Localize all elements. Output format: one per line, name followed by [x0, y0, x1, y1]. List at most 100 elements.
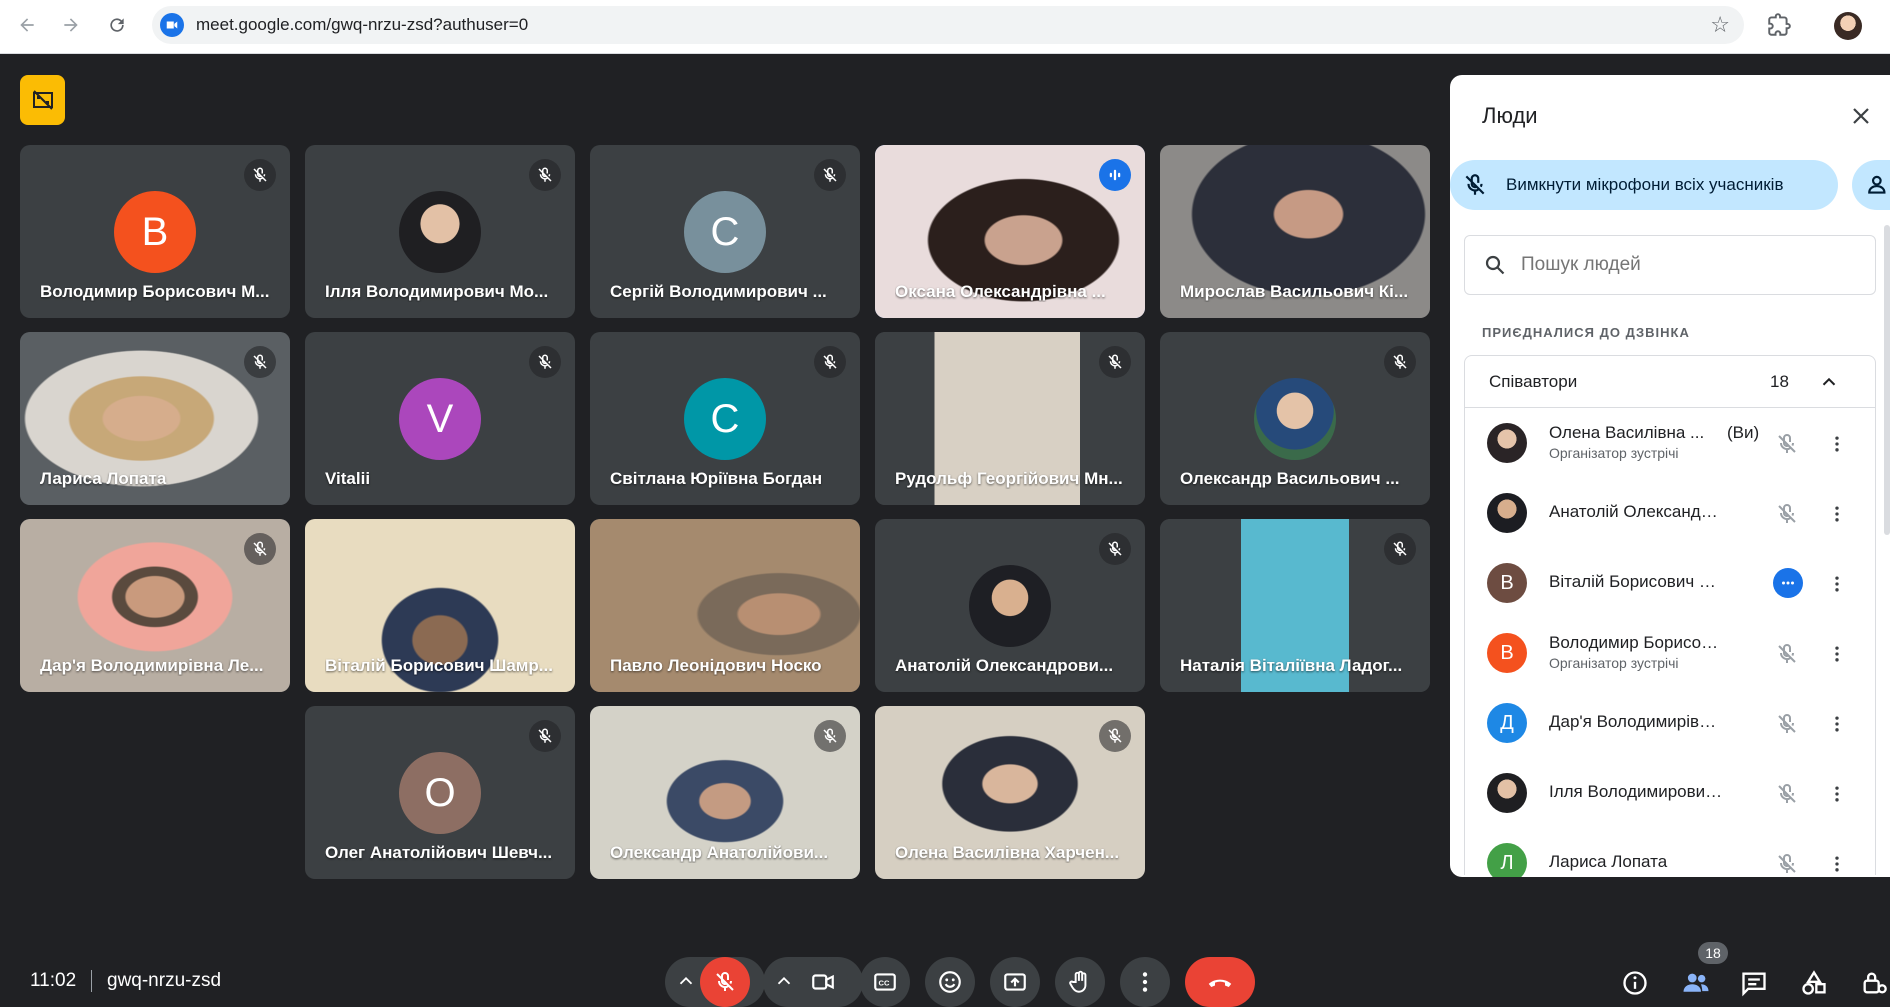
address-bar[interactable]: meet.google.com/gwq-nrzu-zsd?authuser=0 …: [152, 6, 1744, 44]
participant-avatar: С: [684, 191, 766, 273]
mute-all-label: Вимкнути мікрофони всіх учасників: [1506, 175, 1784, 194]
mic-off-icon: [244, 346, 276, 378]
reactions-button[interactable]: [925, 957, 975, 1007]
participant-tile[interactable]: Олександр Анатолійови...: [590, 706, 860, 879]
add-people-button[interactable]: [1852, 160, 1890, 210]
mic-off-icon[interactable]: [1773, 430, 1801, 458]
meeting-time: 11:02: [30, 970, 77, 991]
participant-name: Анатолій Олександров...: [1549, 502, 1724, 521]
participant-list-item[interactable]: Ілля Володимирович М...: [1465, 758, 1875, 828]
mic-off-icon[interactable]: [1773, 500, 1801, 528]
participant-list-item[interactable]: В Віталій Борисович Ша...: [1465, 548, 1875, 618]
participant-list-item[interactable]: В Володимир Борисович... Організатор зустр…: [1465, 618, 1875, 688]
participant-tile[interactable]: Ілля Володимирович Мо...: [305, 145, 575, 318]
group-header[interactable]: Співавтори 18: [1465, 356, 1875, 408]
participant-name: Олена Василівна Харчен...: [895, 843, 1120, 862]
participant-list-item[interactable]: Л Лариса Лопата: [1465, 828, 1875, 877]
participant-name: Віталій Борисович Ша...: [1549, 572, 1724, 591]
mute-all-button[interactable]: Вимкнути мікрофони всіх учасників: [1450, 160, 1838, 210]
more-vert-icon[interactable]: [1827, 780, 1847, 808]
mic-toggle-button[interactable]: [700, 957, 750, 1007]
participant-avatar: Л: [1487, 843, 1527, 877]
people-button[interactable]: [1680, 967, 1712, 999]
bookmark-star-icon[interactable]: ☆: [1710, 12, 1730, 38]
recording-badge[interactable]: [20, 75, 65, 125]
participant-tile[interactable]: С Світлана Юріївна Богдан: [590, 332, 860, 505]
participant-tile[interactable]: Віталій Борисович Шамр...: [305, 519, 575, 692]
participant-avatar: В: [1487, 633, 1527, 673]
more-vert-icon[interactable]: [1827, 710, 1847, 738]
extensions-icon[interactable]: [1766, 12, 1794, 40]
mic-off-icon: [529, 720, 561, 752]
close-panel-button[interactable]: [1846, 101, 1876, 131]
participant-photo: [399, 191, 481, 273]
participant-name: Олександр Анатолійови...: [610, 843, 829, 862]
mic-off-icon: [244, 533, 276, 565]
mic-off-icon[interactable]: [1773, 640, 1801, 668]
mic-off-icon: [1384, 533, 1416, 565]
leave-call-button[interactable]: [1185, 957, 1255, 1007]
participant-tile[interactable]: В Володимир Борисович М...: [20, 145, 290, 318]
mic-off-icon[interactable]: [1773, 780, 1801, 808]
captions-button[interactable]: CC: [860, 957, 910, 1007]
participant-tile[interactable]: Наталія Віталіївна Ладог...: [1160, 519, 1430, 692]
participant-name: Віталій Борисович Шамр...: [325, 656, 553, 675]
info-icon: [1623, 971, 1647, 995]
search-people-input[interactable]: [1521, 254, 1841, 276]
mic-options-chevron-icon[interactable]: [675, 970, 697, 997]
camera-options-chevron-icon[interactable]: [773, 970, 795, 997]
participant-name: Лариса Лопата: [1549, 852, 1668, 871]
more-vert-icon[interactable]: [1827, 570, 1847, 598]
participant-tile[interactable]: Анатолій Олександрови...: [875, 519, 1145, 692]
participant-tile[interactable]: Олександр Васильович ...: [1160, 332, 1430, 505]
participant-tile[interactable]: Рудольф Георгійович Мн...: [875, 332, 1145, 505]
more-vert-icon[interactable]: [1827, 430, 1847, 458]
mic-off-icon[interactable]: [1773, 850, 1801, 877]
forward-button[interactable]: [56, 10, 86, 40]
chevron-up-icon[interactable]: [1815, 368, 1843, 396]
participant-tile[interactable]: Мирослав Васильович Кі...: [1160, 145, 1430, 318]
reload-button[interactable]: [102, 10, 132, 40]
participant-tile[interactable]: Олена Василівна Харчен...: [875, 706, 1145, 879]
participant-tile[interactable]: Оксана Олександрівна ...: [875, 145, 1145, 318]
camera-toggle-button[interactable]: [798, 957, 848, 1007]
participant-tile[interactable]: О Олег Анатолійович Шевч...: [305, 706, 575, 879]
participant-count-badge: 18: [1698, 942, 1728, 964]
audio-active-icon: [1773, 568, 1803, 598]
more-vert-icon[interactable]: [1827, 850, 1847, 877]
participant-tile[interactable]: V Vitalii: [305, 332, 575, 505]
camera-control-group: [763, 957, 863, 1007]
more-vert-icon[interactable]: [1827, 500, 1847, 528]
present-button[interactable]: [990, 957, 1040, 1007]
more-options-button[interactable]: [1120, 957, 1170, 1007]
meet-site-icon: [160, 13, 184, 37]
participant-tile[interactable]: Дар'я Володимирівна Ле...: [20, 519, 290, 692]
participant-photo: [1254, 378, 1336, 460]
participant-tile[interactable]: Лариса Лопата: [20, 332, 290, 505]
mic-off-icon[interactable]: [1773, 710, 1801, 738]
participant-list-item[interactable]: Анатолій Олександров...: [1465, 478, 1875, 548]
more-vert-icon[interactable]: [1827, 640, 1847, 668]
camera-icon: [812, 974, 834, 990]
participant-tile[interactable]: С Сергій Володимирович ...: [590, 145, 860, 318]
meeting-info-button[interactable]: [1619, 967, 1651, 999]
participant-avatar: С: [684, 378, 766, 460]
profile-avatar[interactable]: [1834, 12, 1862, 40]
collaborators-group: Співавтори 18 Олена Василівна ... (Ви) Орг…: [1464, 355, 1876, 877]
participant-photo: [1487, 773, 1527, 813]
participant-name: Ілля Володимирович М...: [1549, 782, 1724, 801]
raise-hand-button[interactable]: [1055, 957, 1105, 1007]
close-icon: [1853, 108, 1869, 124]
back-button[interactable]: [12, 10, 42, 40]
participant-avatar: Д: [1487, 703, 1527, 743]
participant-list-item[interactable]: Д Дар'я Володимирівна ...: [1465, 688, 1875, 758]
panel-title: Люди: [1482, 103, 1538, 128]
activities-button[interactable]: [1798, 967, 1830, 999]
chat-button[interactable]: [1738, 967, 1770, 999]
participant-photo: [1487, 423, 1527, 463]
participant-list-item[interactable]: Олена Василівна ... (Ви) Організатор зустр…: [1465, 408, 1875, 478]
search-people-box[interactable]: [1464, 235, 1876, 295]
host-controls-button[interactable]: [1858, 967, 1890, 999]
panel-scrollbar[interactable]: [1884, 225, 1890, 535]
participant-tile[interactable]: Павло Леонідович Носко: [590, 519, 860, 692]
